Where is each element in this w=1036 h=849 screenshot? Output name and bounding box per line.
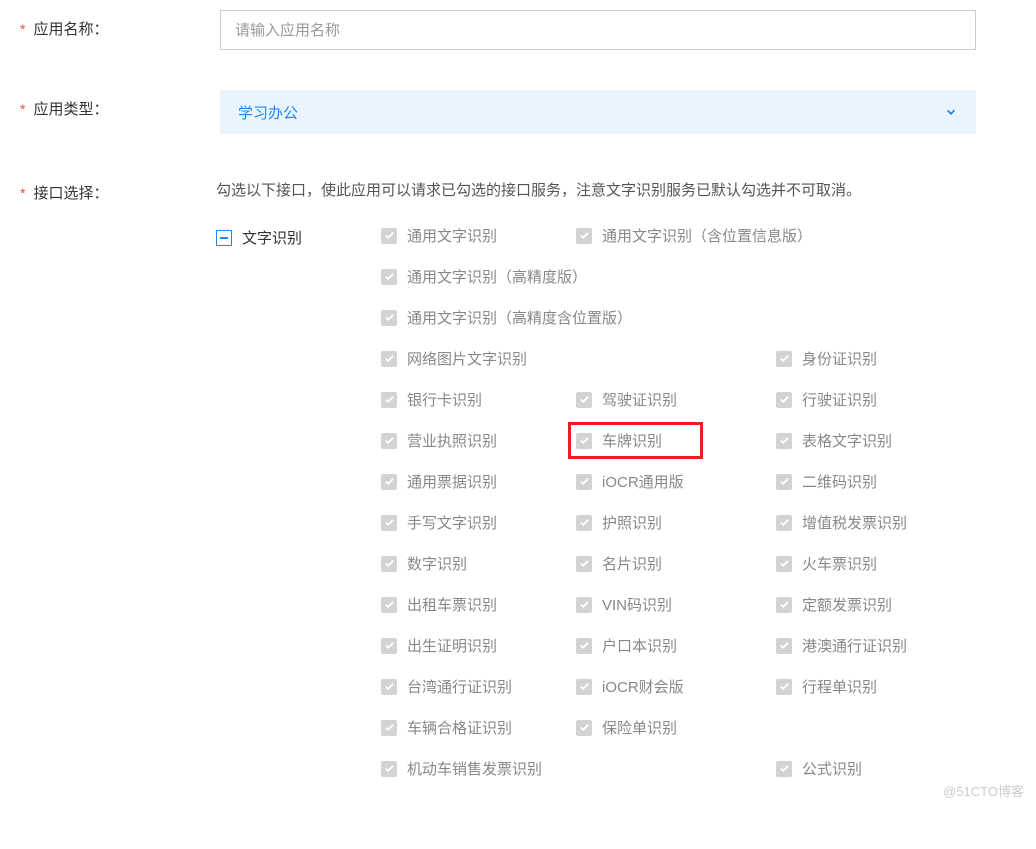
checkbox-icon[interactable] xyxy=(381,515,397,531)
checkbox-icon[interactable] xyxy=(576,474,592,490)
api-select-description: 勾选以下接口，使此应用可以请求已勾选的接口服务，注意文字识别服务已默认勾选并不可… xyxy=(216,174,976,207)
app-type-select[interactable]: 学习办公 xyxy=(220,90,976,134)
watermark: @51CTO博客 xyxy=(943,781,1024,800)
api-label: iOCR财会版 xyxy=(602,676,684,697)
api-label: 出生证明识别 xyxy=(407,635,497,656)
required-marker: * xyxy=(20,185,25,201)
app-type-value: 学习办公 xyxy=(238,102,298,123)
api-label: 机动车销售发票识别 xyxy=(407,758,542,779)
app-type-label: 应用类型： xyxy=(33,98,108,119)
api-label: 营业执照识别 xyxy=(407,430,497,451)
checkbox-icon[interactable] xyxy=(381,597,397,613)
category-text-recognition: 文字识别 xyxy=(242,227,302,248)
api-label: 通用文字识别（高精度含位置版） xyxy=(407,307,632,328)
checkbox-icon[interactable] xyxy=(381,720,397,736)
api-label: 通用文字识别（含位置信息版） xyxy=(602,225,812,246)
checkbox-icon[interactable] xyxy=(776,515,792,531)
api-label: 数字识别 xyxy=(407,553,467,574)
api-label: iOCR通用版 xyxy=(602,471,684,492)
api-label: 港澳通行证识别 xyxy=(802,635,907,656)
checkbox-icon[interactable] xyxy=(776,392,792,408)
checkbox-icon[interactable] xyxy=(381,392,397,408)
api-label: 火车票识别 xyxy=(802,553,877,574)
checkbox-icon[interactable] xyxy=(381,228,397,244)
highlight-license-plate: 车牌识别 xyxy=(568,422,703,459)
checkbox-icon[interactable] xyxy=(381,351,397,367)
api-label: 定额发票识别 xyxy=(802,594,892,615)
api-label: 网络图片文字识别 xyxy=(407,348,527,369)
api-label: 行驶证识别 xyxy=(802,389,877,410)
checkbox-icon[interactable] xyxy=(576,228,592,244)
checkbox-icon[interactable] xyxy=(381,269,397,285)
api-label: 增值税发票识别 xyxy=(802,512,907,533)
app-name-input[interactable] xyxy=(220,10,976,50)
chevron-down-icon xyxy=(944,105,958,119)
checkbox-icon[interactable] xyxy=(776,351,792,367)
api-label: 公式识别 xyxy=(802,758,862,779)
api-label: 二维码识别 xyxy=(802,471,877,492)
checkbox-icon[interactable] xyxy=(776,638,792,654)
checkbox-icon[interactable] xyxy=(776,433,792,449)
checkbox-icon[interactable] xyxy=(776,761,792,777)
required-marker: * xyxy=(20,21,25,37)
checkbox-icon[interactable] xyxy=(576,679,592,695)
checkbox-icon[interactable] xyxy=(576,515,592,531)
api-label: 身份证识别 xyxy=(802,348,877,369)
api-label: 车牌识别 xyxy=(602,430,662,451)
checkbox-icon[interactable] xyxy=(576,638,592,654)
api-label: 保险单识别 xyxy=(602,717,677,738)
required-marker: * xyxy=(20,101,25,117)
checkbox-icon[interactable] xyxy=(576,556,592,572)
api-select-label: 接口选择： xyxy=(33,182,108,203)
api-label: 通用文字识别 xyxy=(407,225,497,246)
checkbox-icon[interactable] xyxy=(381,310,397,326)
checkbox-icon[interactable] xyxy=(576,597,592,613)
checkbox-icon[interactable] xyxy=(576,720,592,736)
api-label: 通用票据识别 xyxy=(407,471,497,492)
api-label: 出租车票识别 xyxy=(407,594,497,615)
api-label: 银行卡识别 xyxy=(407,389,482,410)
checkbox-icon[interactable] xyxy=(576,392,592,408)
api-label: 表格文字识别 xyxy=(802,430,892,451)
checkbox-icon[interactable] xyxy=(381,679,397,695)
api-label: 通用文字识别（高精度版） xyxy=(407,266,587,287)
api-label: 行程单识别 xyxy=(802,676,877,697)
checkbox-icon[interactable] xyxy=(381,474,397,490)
checkbox-icon[interactable] xyxy=(776,474,792,490)
api-label: 护照识别 xyxy=(602,512,662,533)
collapse-icon[interactable] xyxy=(216,230,232,246)
api-label: 户口本识别 xyxy=(602,635,677,656)
checkbox-icon[interactable] xyxy=(776,679,792,695)
checkbox-icon[interactable] xyxy=(776,597,792,613)
api-label: 车辆合格证识别 xyxy=(407,717,512,738)
api-label: 台湾通行证识别 xyxy=(407,676,512,697)
api-label: 驾驶证识别 xyxy=(602,389,677,410)
api-checkbox-grid: 通用文字识别 通用文字识别（含位置信息版） 通用文字识别（高精度版） 通用文字识… xyxy=(381,225,976,799)
checkbox-icon[interactable] xyxy=(381,761,397,777)
checkbox-icon[interactable] xyxy=(381,433,397,449)
app-name-label: 应用名称： xyxy=(33,18,108,39)
checkbox-icon[interactable] xyxy=(381,556,397,572)
api-label: VIN码识别 xyxy=(602,594,672,615)
api-label: 名片识别 xyxy=(602,553,662,574)
checkbox-icon[interactable] xyxy=(381,638,397,654)
checkbox-icon[interactable] xyxy=(576,433,592,449)
api-label: 手写文字识别 xyxy=(407,512,497,533)
checkbox-icon[interactable] xyxy=(776,556,792,572)
